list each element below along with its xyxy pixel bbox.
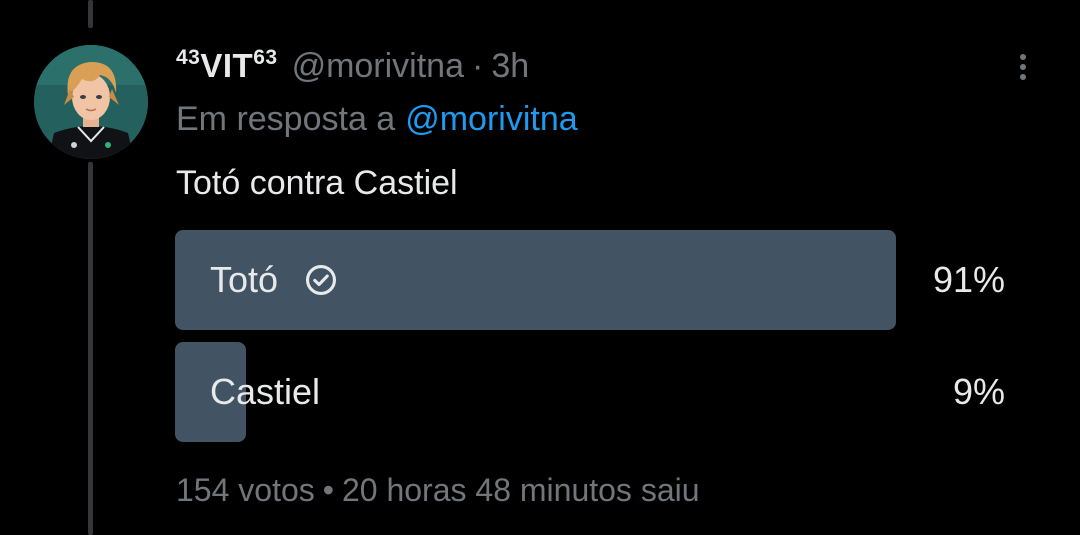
reply-context: Em resposta a @morivitna — [176, 100, 578, 139]
poll-status: 20 horas 48 minutos saiu — [341, 472, 700, 508]
tweet-text: Totó contra Castiel — [176, 164, 458, 202]
avatar-image — [34, 45, 148, 159]
poll-meta: 154 votos • 20 horas 48 minutos saiu — [176, 472, 700, 509]
poll-option-percent: 9% — [952, 371, 1005, 412]
display-name-main: VIT — [200, 47, 254, 84]
display-name-suffix: 63 — [253, 46, 278, 69]
more-options-icon[interactable] — [1006, 50, 1040, 84]
tweet-header: 43VIT63 @morivitna · 3h — [176, 38, 529, 94]
poll-option-label: Castiel — [210, 371, 321, 412]
reply-mention-link[interactable]: @morivitna — [405, 100, 577, 138]
poll-option-label-wrap: Totó — [210, 230, 338, 330]
poll-option-percent: 91% — [932, 259, 1005, 300]
user-handle[interactable]: @morivitna — [292, 47, 464, 86]
poll-option-castiel[interactable]: Castiel 9% — [175, 342, 1009, 442]
check-circle-icon — [304, 263, 338, 297]
thread-line-top — [88, 0, 93, 28]
timestamp[interactable]: 3h — [491, 47, 529, 86]
poll-meta-separator: • — [322, 472, 334, 508]
header-separator: · — [472, 46, 484, 85]
reply-label: Em resposta a — [176, 100, 396, 138]
avatar[interactable] — [34, 45, 148, 159]
more-dot — [1020, 54, 1026, 60]
poll: Totó 91% Castiel 9% — [175, 230, 1009, 454]
poll-vote-count: 154 votos — [176, 472, 315, 508]
display-name[interactable]: 43VIT63 — [176, 47, 278, 85]
poll-option-label: Totó — [210, 259, 279, 300]
thread-line-bottom — [88, 162, 93, 535]
more-dot — [1020, 64, 1026, 70]
poll-option-toto[interactable]: Totó 91% — [175, 230, 1009, 330]
display-name-prefix: 43 — [176, 46, 201, 69]
more-dot — [1020, 74, 1026, 80]
poll-option-label-wrap: Castiel — [210, 342, 320, 442]
